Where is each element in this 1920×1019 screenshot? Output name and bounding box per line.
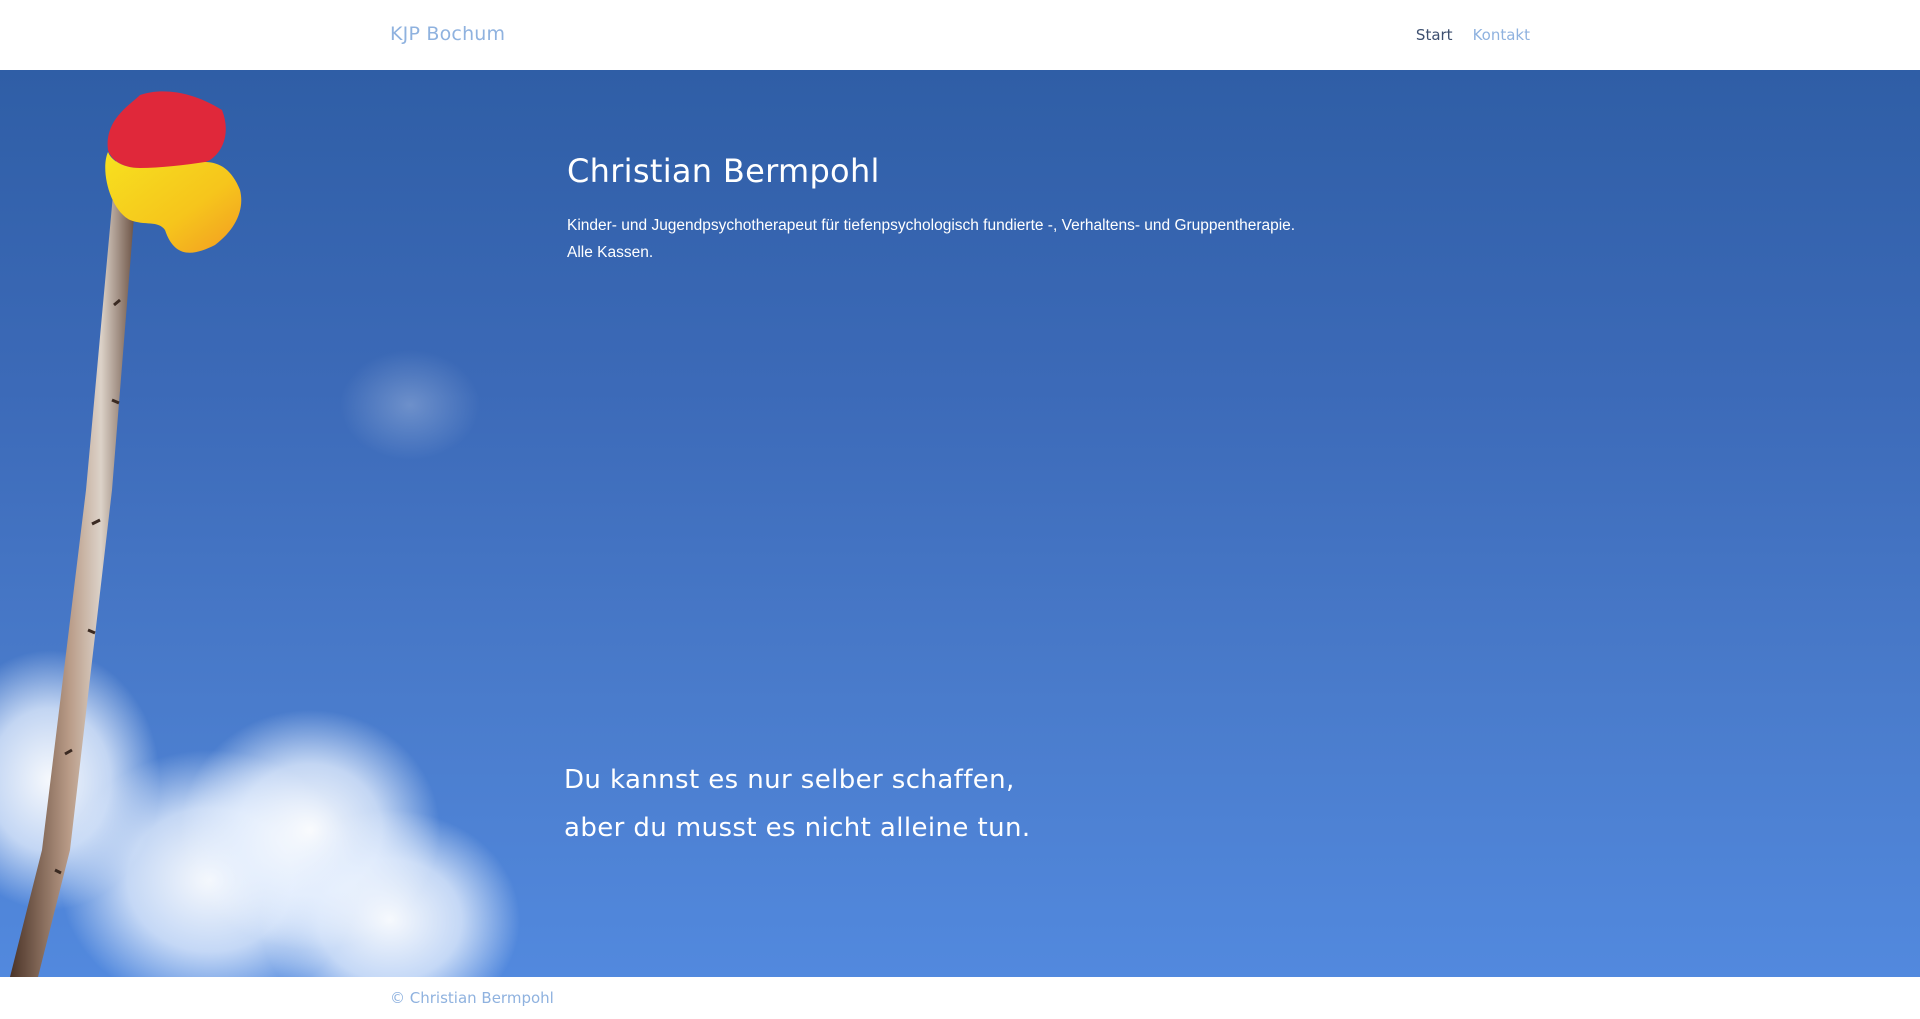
sky-haze [340,350,480,460]
hero-section: Christian Bermpohl Kinder- und Jugendpsy… [0,70,1920,977]
nav-link-kontakt[interactable]: Kontakt [1473,26,1530,44]
hero-subtitle: Kinder- und Jugendpsychotherapeut für ti… [567,212,1367,266]
footer: © Christian Bermpohl [0,977,1920,1019]
brand-link[interactable]: KJP Bochum [390,23,505,45]
hero-subtitle-line: Alle Kassen. [567,244,654,261]
hero-title: Christian Bermpohl [567,152,880,190]
flag-pole-image [10,91,242,977]
copyright-text: © Christian Bermpohl [390,989,554,1007]
hero-subtitle-line: Kinder- und Jugendpsychotherapeut für ti… [567,217,1296,234]
nav-link-start[interactable]: Start [1416,26,1453,44]
quote-line: Du kannst es nur selber schaffen, [564,765,1015,795]
quote-line: aber du musst es nicht alleine tun. [564,813,1031,843]
hero-quote: Du kannst es nur selber schaffen, aber d… [564,756,1031,852]
main-nav: Start Kontakt [1416,26,1530,44]
navbar: KJP Bochum Start Kontakt [0,0,1920,70]
